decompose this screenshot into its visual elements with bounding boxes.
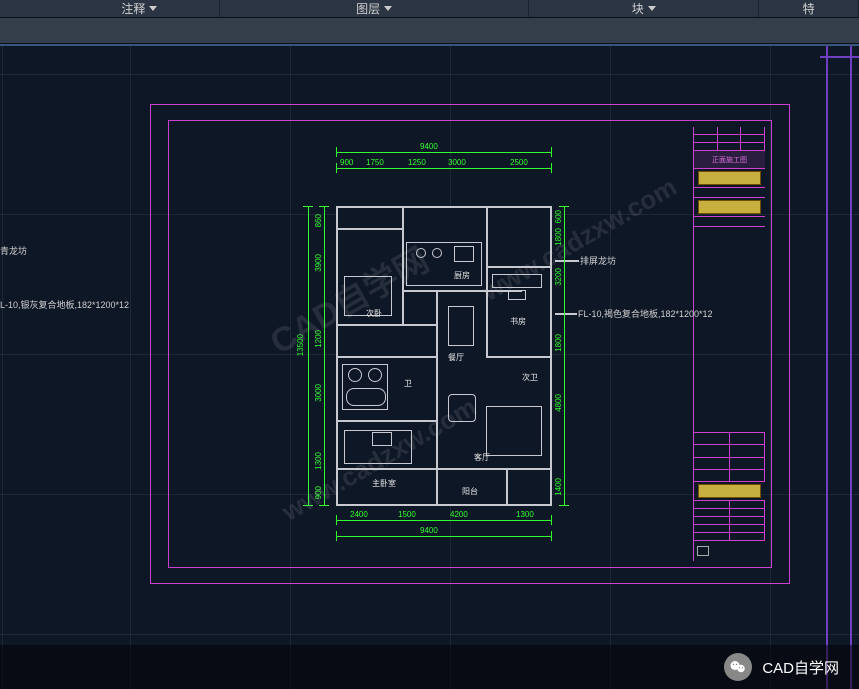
footer-overlay: CAD自学网 xyxy=(0,645,859,689)
room-label: 厨房 xyxy=(454,270,470,281)
dimension-text: 900 xyxy=(314,486,323,499)
dimension-text: 1800 xyxy=(554,334,563,352)
ribbon-group-properties[interactable]: 特 xyxy=(759,0,859,17)
titleblock-field xyxy=(698,171,761,185)
ribbon-group-annotate[interactable]: 注释 xyxy=(60,0,220,17)
dimension-line xyxy=(336,168,552,169)
dimension-text: 3000 xyxy=(448,158,466,167)
dimension-text: 13500 xyxy=(296,334,305,356)
chevron-down-icon xyxy=(648,6,656,11)
footer-brand: CAD自学网 xyxy=(762,657,839,678)
chevron-down-icon xyxy=(384,6,392,11)
titleblock-field xyxy=(698,200,761,214)
dimension-line xyxy=(336,520,552,521)
room-label: 主卧室 xyxy=(372,478,396,489)
dimension-line xyxy=(336,536,552,537)
ribbon-label: 注释 xyxy=(121,0,145,17)
furniture-sofa xyxy=(486,406,542,456)
ribbon-group-layer[interactable]: 图层 xyxy=(220,0,530,17)
titleblock-heading: 正面施工图 xyxy=(694,151,765,169)
dimension-text: 1200 xyxy=(314,330,323,348)
room-label: 客厅 xyxy=(474,452,490,463)
dimension-line xyxy=(308,206,309,506)
secondary-toolbar xyxy=(0,18,859,44)
dimension-text: 9400 xyxy=(420,526,438,535)
room-label: 次卫 xyxy=(522,372,538,383)
ribbon-label: 图层 xyxy=(356,0,380,17)
room-label: 次卧 xyxy=(366,308,382,319)
title-block: 正面施工图 xyxy=(693,127,765,561)
dimension-text: 3900 xyxy=(314,254,323,272)
dimension-text: 1300 xyxy=(516,510,534,519)
guide-line xyxy=(820,56,859,58)
titleblock-table xyxy=(694,432,765,482)
drawing-canvas[interactable]: 青龙坊 L-10,银灰复合地板,182*1200*12 正面施工图 xyxy=(0,44,859,689)
dimension-text: 3200 xyxy=(554,268,563,286)
furniture-dining-table xyxy=(448,306,474,346)
ribbon-label: 块 xyxy=(632,0,644,17)
ribbon-label: 特 xyxy=(803,0,815,17)
leader-text: 排屏龙坊 xyxy=(580,254,616,267)
room-label: 卫 xyxy=(404,378,412,389)
leader-text: 青龙坊 xyxy=(0,244,27,257)
room-label: 餐厅 xyxy=(448,352,464,363)
ribbon-group-block[interactable]: 块 xyxy=(529,0,759,17)
leader-text: L-10,银灰复合地板,182*1200*12 xyxy=(0,298,129,311)
chevron-down-icon xyxy=(149,6,157,11)
dimension-text: 1250 xyxy=(408,158,426,167)
dimension-line xyxy=(564,206,565,506)
stamp-box xyxy=(697,546,709,556)
dimension-line xyxy=(336,152,552,153)
dimension-text: 1750 xyxy=(366,158,384,167)
dimension-text: 1500 xyxy=(398,510,416,519)
room-label: 阳台 xyxy=(462,486,478,497)
leader-text: FL-10,褐色复合地板,182*1200*12 xyxy=(578,307,713,320)
floor-plan: 厨房 书房 次卧 餐厅 卫 次卫 客厅 主卧室 阳台 xyxy=(336,206,552,506)
dimension-text: 2400 xyxy=(350,510,368,519)
dimension-text: 900 xyxy=(340,158,353,167)
room-label: 书房 xyxy=(510,316,526,327)
dimension-text: 2500 xyxy=(510,158,528,167)
dimension-text: 1300 xyxy=(314,452,323,470)
ribbon-bar: 注释 图层 块 特 xyxy=(0,0,859,18)
viewport-edge xyxy=(0,44,859,56)
dimension-line xyxy=(324,206,325,506)
titleblock-field xyxy=(698,484,761,498)
dimension-text: 9400 xyxy=(420,142,438,151)
dimension-text: 860 xyxy=(314,214,323,227)
furniture-desk xyxy=(492,274,542,288)
dimension-text: 4800 xyxy=(554,394,563,412)
wechat-icon xyxy=(724,653,752,681)
guide-line xyxy=(826,44,828,689)
guide-line xyxy=(850,44,852,689)
dimension-text: 600 xyxy=(554,210,563,223)
dimension-text: 4200 xyxy=(450,510,468,519)
dimension-text: 3000 xyxy=(314,384,323,402)
dimension-text: 1800 xyxy=(554,228,563,246)
dimension-text: 1400 xyxy=(554,478,563,496)
